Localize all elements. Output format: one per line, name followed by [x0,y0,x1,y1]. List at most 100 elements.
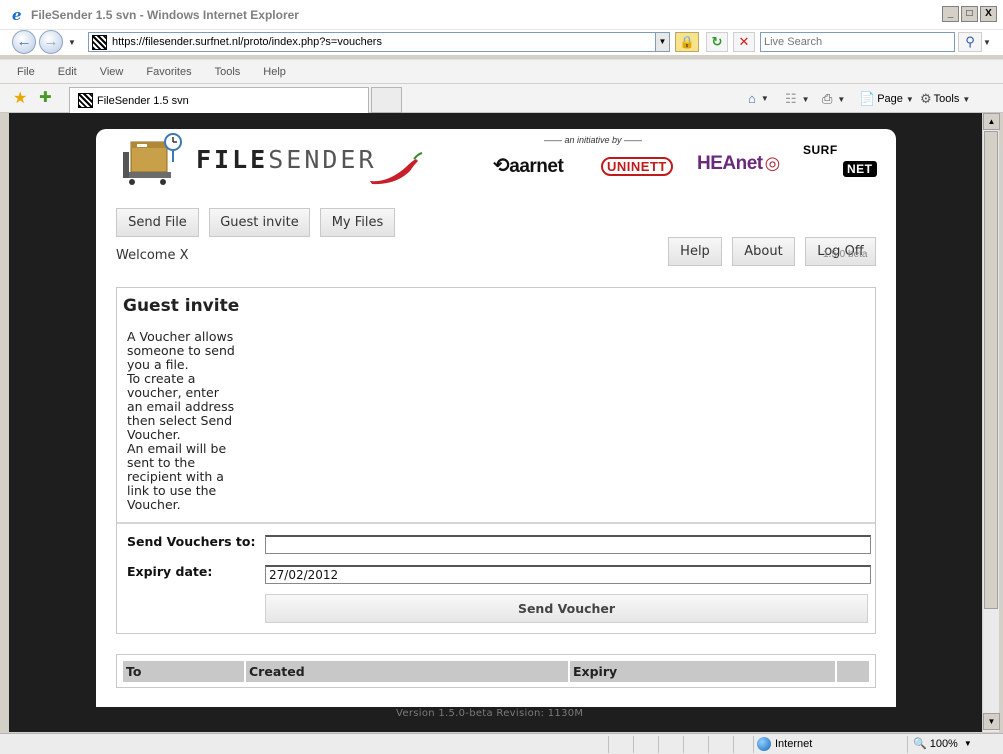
feeds-dropdown-icon[interactable]: ▼ [802,95,810,104]
tools-menu-label: Tools [933,93,960,105]
window-title: FileSender 1.5 svn - Windows Internet Ex… [31,7,299,22]
zoom-dropdown-icon[interactable]: ▼ [964,739,972,748]
tools-menu-button[interactable]: ⚙ Tools ▼ [920,91,970,107]
filesender-brand: FILESENDER [196,145,377,174]
send-vouchers-to-input[interactable] [265,535,871,554]
print-dropdown-icon[interactable]: ▼ [837,95,845,104]
menu-favorites[interactable]: Favorites [146,66,191,78]
security-zone[interactable]: Internet [757,737,812,751]
search-field[interactable] [760,32,955,52]
filesender-logo-icon [123,132,186,186]
address-bar: ← → ▼ https://filesender.surfnet.nl/prot… [0,30,1003,55]
heanet-logo: HEAnet ◎ [697,153,781,174]
menu-help[interactable]: Help [263,66,286,78]
url-text[interactable]: https://filesender.surfnet.nl/proto/inde… [112,36,382,48]
forward-button[interactable]: → [39,30,63,54]
site-favicon-icon [92,34,107,50]
send-file-tab[interactable]: Send File [116,208,199,237]
window-controls: _ □ X [942,6,997,22]
search-options-dropdown-icon[interactable]: ▼ [983,38,991,47]
expiry-date-input[interactable] [265,565,871,584]
tab-favicon-icon [78,93,93,108]
version-footer: Version 1.5.0-beta Revision: 1130M [396,708,584,719]
page-menu-label: Page [877,93,903,105]
aarnet-logo: ⟲aarnet [493,155,564,177]
scrollbar-thumb[interactable] [984,131,998,609]
feeds-button[interactable]: ☷ ▼ [785,91,810,107]
favorites-star-icon[interactable]: ★ [13,88,27,108]
menu-view[interactable]: View [100,66,124,78]
column-header-created[interactable]: Created [246,661,568,682]
status-bar: Internet 🔍 100% ▼ [0,733,1003,754]
status-separator [733,736,734,753]
home-button[interactable]: ⌂ ▼ [748,91,769,106]
aarnet-swirl-icon: ⟲ [493,155,510,177]
printer-icon: ⎙ [822,91,833,106]
heanet-globe-icon: ◎ [764,153,781,173]
voucher-table: To Created Expiry [116,654,876,688]
minimize-button[interactable]: _ [942,6,959,22]
recent-pages-dropdown-icon[interactable]: ▼ [68,38,76,47]
status-separator [708,736,709,753]
status-separator [608,736,609,753]
scroll-up-arrow-icon[interactable]: ▲ [983,113,1000,130]
zoom-magnifier-icon: 🔍 [913,738,927,750]
back-button[interactable]: ← [12,30,36,54]
new-tab-button[interactable] [371,87,402,113]
window-title-bar: e FileSender 1.5 svn - Windows Internet … [0,0,1003,30]
status-separator [683,736,684,753]
status-separator [907,736,908,753]
tools-dropdown-icon[interactable]: ▼ [962,95,970,104]
my-files-tab[interactable]: My Files [320,208,395,237]
stop-button[interactable]: ✕ [733,32,755,52]
menu-bar: File Edit View Favorites Tools Help [0,59,1003,83]
column-header-to[interactable]: To [123,661,244,682]
url-field[interactable]: https://filesender.surfnet.nl/proto/inde… [88,32,670,52]
brand-file: FILE [196,145,269,174]
vertical-scrollbar[interactable]: ▲ ▼ [982,113,1000,732]
page-menu-button[interactable]: 📄 Page ▼ [859,91,914,107]
rss-feed-icon: ☷ [785,91,797,106]
tab-filesender[interactable]: FileSender 1.5 svn [69,87,369,113]
zone-label: Internet [775,738,813,750]
url-dropdown-icon[interactable]: ▼ [655,33,669,51]
globe-icon [757,737,771,751]
uninett-logo: UNINETT [601,157,673,176]
send-voucher-button[interactable]: Send Voucher [265,594,868,623]
scroll-down-arrow-icon[interactable]: ▼ [983,713,1000,730]
tab-label: FileSender 1.5 svn [97,94,189,107]
send-to-label: Send Vouchers to: [127,534,256,549]
filesender-page: FILESENDER —— an initiative by —— ⟲aarne… [96,129,896,707]
chili-pepper-icon [368,151,423,186]
column-header-expiry[interactable]: Expiry [570,661,835,682]
print-button[interactable]: ⎙ ▼ [822,91,845,107]
net-text: NET [843,161,877,177]
status-separator [753,736,754,753]
brand-sender: SENDER [268,145,377,174]
refresh-button[interactable]: ↻ [706,32,728,52]
help-tab[interactable]: Help [668,237,722,266]
tab-bar: ★ ✚ FileSender 1.5 svn ⌂ ▼ ☷ ▼ ⎙ ▼ 📄 Page ▼ ⚙… [0,84,1003,113]
add-favorites-icon[interactable]: ✚ [39,88,52,106]
close-button[interactable]: X [980,6,997,22]
home-dropdown-icon[interactable]: ▼ [761,94,769,103]
expiry-date-label: Expiry date: [127,564,213,579]
about-tab[interactable]: About [732,237,795,266]
surf-text: SURF [803,143,838,157]
guest-invite-panel: Guest invite A Voucher allows someone to… [116,287,876,634]
version-beta-label: 1.5.0 beta [823,249,868,260]
security-lock-icon[interactable]: 🔒 [675,32,699,52]
menu-tools[interactable]: Tools [215,66,241,78]
menu-file[interactable]: File [17,66,35,78]
status-separator [633,736,634,753]
welcome-message: Welcome X [116,248,189,263]
menu-edit[interactable]: Edit [58,66,77,78]
search-icon[interactable]: ⚲ [958,32,982,52]
gear-icon: ⚙ [920,91,932,106]
search-input[interactable] [761,33,954,51]
guest-invite-tab[interactable]: Guest invite [209,208,310,237]
zoom-control[interactable]: 🔍 100% ▼ [913,737,972,751]
maximize-button[interactable]: □ [961,6,978,22]
page-dropdown-icon[interactable]: ▼ [906,95,914,104]
home-icon: ⌂ [748,91,756,106]
